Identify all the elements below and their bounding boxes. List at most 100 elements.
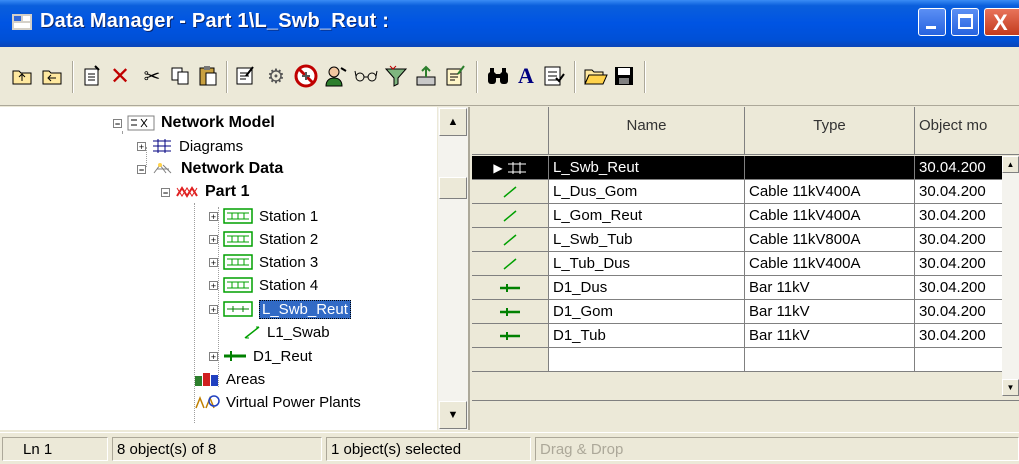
cell-name[interactable]: D1_Gom — [549, 300, 745, 324]
cell-name[interactable]: L_Swb_Reut — [549, 156, 745, 180]
column-header-marker[interactable] — [472, 107, 549, 155]
tree-item-station-3[interactable]: + Station 3 — [209, 251, 318, 273]
table-row[interactable]: L_Gom_Reut Cable 11kV400A 30.04.200 — [472, 204, 1005, 228]
table-row[interactable]: D1_Tub Bar 11kV 30.04.200 — [472, 324, 1005, 348]
export-icon[interactable] — [414, 63, 438, 89]
cell-modified[interactable]: 30.04.200 — [915, 276, 1005, 300]
filter-icon[interactable] — [384, 63, 408, 89]
settings-icon[interactable]: ⚙ — [264, 63, 288, 89]
new-object-icon[interactable] — [80, 63, 104, 89]
font-icon[interactable]: A — [514, 63, 538, 89]
tree-item-d1-reut[interactable]: + D1_Reut — [209, 345, 312, 367]
collapse-icon[interactable]: − — [113, 118, 122, 128]
expand-icon[interactable]: + — [209, 234, 218, 244]
cell-modified[interactable]: 30.04.200 — [915, 204, 1005, 228]
user-icon[interactable] — [324, 63, 348, 89]
edit-object-icon[interactable] — [234, 63, 258, 89]
tree-item-part-1[interactable]: − Part 1 — [161, 181, 249, 203]
tree-item-l1-swab[interactable]: L1_Swab — [243, 321, 330, 343]
expand-icon[interactable]: + — [209, 211, 218, 221]
cell-type[interactable]: Cable 11kV400A — [745, 204, 915, 228]
cell-modified[interactable]: 30.04.200 — [915, 180, 1005, 204]
expand-icon[interactable]: + — [209, 257, 218, 267]
row-header[interactable] — [472, 252, 549, 276]
cell-modified[interactable]: 30.04.200 — [915, 228, 1005, 252]
row-header[interactable] — [472, 204, 549, 228]
table-row[interactable]: L_Dus_Gom Cable 11kV400A 30.04.200 — [472, 180, 1005, 204]
cell-name[interactable]: L_Tub_Dus — [549, 252, 745, 276]
folder-back-icon[interactable] — [40, 63, 64, 89]
paste-icon[interactable] — [196, 63, 220, 89]
tree-item-network-data[interactable]: − Network Data — [137, 158, 283, 180]
scroll-thumb[interactable] — [439, 177, 467, 199]
table-row[interactable]: D1_Gom Bar 11kV 30.04.200 — [472, 300, 1005, 324]
cell-type[interactable]: Bar 11kV — [745, 300, 915, 324]
delete-icon[interactable]: ✕ — [108, 63, 132, 90]
cell-type[interactable] — [745, 348, 915, 372]
tree-pane[interactable]: − Network Model + Diagrams − Network Dat… — [0, 107, 470, 430]
cell-modified[interactable] — [915, 348, 1005, 372]
table-row[interactable]: ▶ L_Swb_Reut 30.04.200 — [472, 156, 1005, 180]
collapse-icon[interactable]: − — [137, 164, 146, 174]
table-row[interactable]: L_Tub_Dus Cable 11kV400A 30.04.200 — [472, 252, 1005, 276]
cell-type[interactable]: Cable 11kV400A — [745, 180, 915, 204]
tree-item-station-1[interactable]: + Station 1 — [209, 205, 318, 227]
row-header[interactable] — [472, 276, 549, 300]
collapse-icon[interactable]: − — [161, 187, 170, 197]
expand-icon[interactable]: + — [209, 351, 218, 361]
grid-scrollbar[interactable]: ▲ ▼ — [1002, 156, 1019, 396]
checklist-icon[interactable] — [542, 63, 566, 89]
table-row-empty[interactable] — [472, 348, 1005, 372]
row-header[interactable] — [472, 348, 549, 372]
expand-icon[interactable]: + — [209, 280, 218, 290]
tree-item-station-4[interactable]: + Station 4 — [209, 274, 318, 296]
prohibit-icon[interactable] — [294, 63, 318, 89]
scroll-up-button[interactable]: ▲ — [1002, 156, 1019, 173]
close-button[interactable]: X — [984, 8, 1019, 36]
tree-scrollbar[interactable]: ▲ ▼ — [437, 107, 468, 430]
row-header[interactable] — [472, 228, 549, 252]
cell-name[interactable]: L_Swb_Tub — [549, 228, 745, 252]
folder-up-icon[interactable] — [10, 63, 34, 89]
tree-item-diagrams[interactable]: + Diagrams — [137, 135, 243, 157]
column-header-object-modified[interactable]: Object mo — [915, 107, 1019, 155]
scroll-up-button[interactable]: ▲ — [439, 108, 467, 136]
grid-horizontal-scrollbar[interactable] — [472, 400, 1019, 430]
cell-name[interactable]: L_Gom_Reut — [549, 204, 745, 228]
cell-modified[interactable]: 30.04.200 — [915, 252, 1005, 276]
tree-item-l-swb-reut[interactable]: + L_Swb_Reut — [209, 298, 351, 320]
save-icon[interactable] — [612, 63, 636, 89]
cell-name[interactable]: D1_Tub — [549, 324, 745, 348]
cell-type[interactable]: Cable 11kV800A — [745, 228, 915, 252]
cell-type[interactable]: Bar 11kV — [745, 276, 915, 300]
column-header-name[interactable]: Name — [549, 107, 745, 155]
minimize-button[interactable] — [918, 8, 946, 36]
cell-modified[interactable]: 30.04.200 — [915, 324, 1005, 348]
cell-modified[interactable]: 30.04.200 — [915, 156, 1005, 180]
scroll-down-button[interactable]: ▼ — [1002, 379, 1019, 396]
row-header[interactable] — [472, 300, 549, 324]
row-header[interactable] — [472, 180, 549, 204]
cell-type[interactable]: Cable 11kV400A — [745, 252, 915, 276]
expand-icon[interactable]: + — [137, 141, 146, 151]
row-header[interactable] — [472, 324, 549, 348]
cell-type[interactable]: Bar 11kV — [745, 324, 915, 348]
row-header[interactable]: ▶ — [472, 156, 549, 180]
table-row[interactable]: L_Swb_Tub Cable 11kV800A 30.04.200 — [472, 228, 1005, 252]
report-icon[interactable] — [444, 63, 468, 89]
cell-modified[interactable]: 30.04.200 — [915, 300, 1005, 324]
table-row[interactable]: D1_Dus Bar 11kV 30.04.200 — [472, 276, 1005, 300]
expand-icon[interactable]: + — [209, 304, 218, 314]
cell-type[interactable] — [745, 156, 915, 180]
binoculars-icon[interactable] — [486, 63, 510, 89]
cell-name[interactable] — [549, 348, 745, 372]
maximize-button[interactable] — [951, 8, 979, 36]
glasses-icon[interactable] — [354, 63, 378, 89]
tree-item-station-2[interactable]: + Station 2 — [209, 228, 318, 250]
tree-item-areas[interactable]: Areas — [194, 368, 265, 390]
copy-icon[interactable] — [168, 63, 192, 89]
object-grid[interactable]: Name Type Object mo ▶ L_Swb_Reut 30.04.2… — [472, 107, 1019, 430]
cell-name[interactable]: D1_Dus — [549, 276, 745, 300]
scroll-down-button[interactable]: ▼ — [439, 401, 467, 429]
open-folder-icon[interactable] — [584, 63, 608, 89]
